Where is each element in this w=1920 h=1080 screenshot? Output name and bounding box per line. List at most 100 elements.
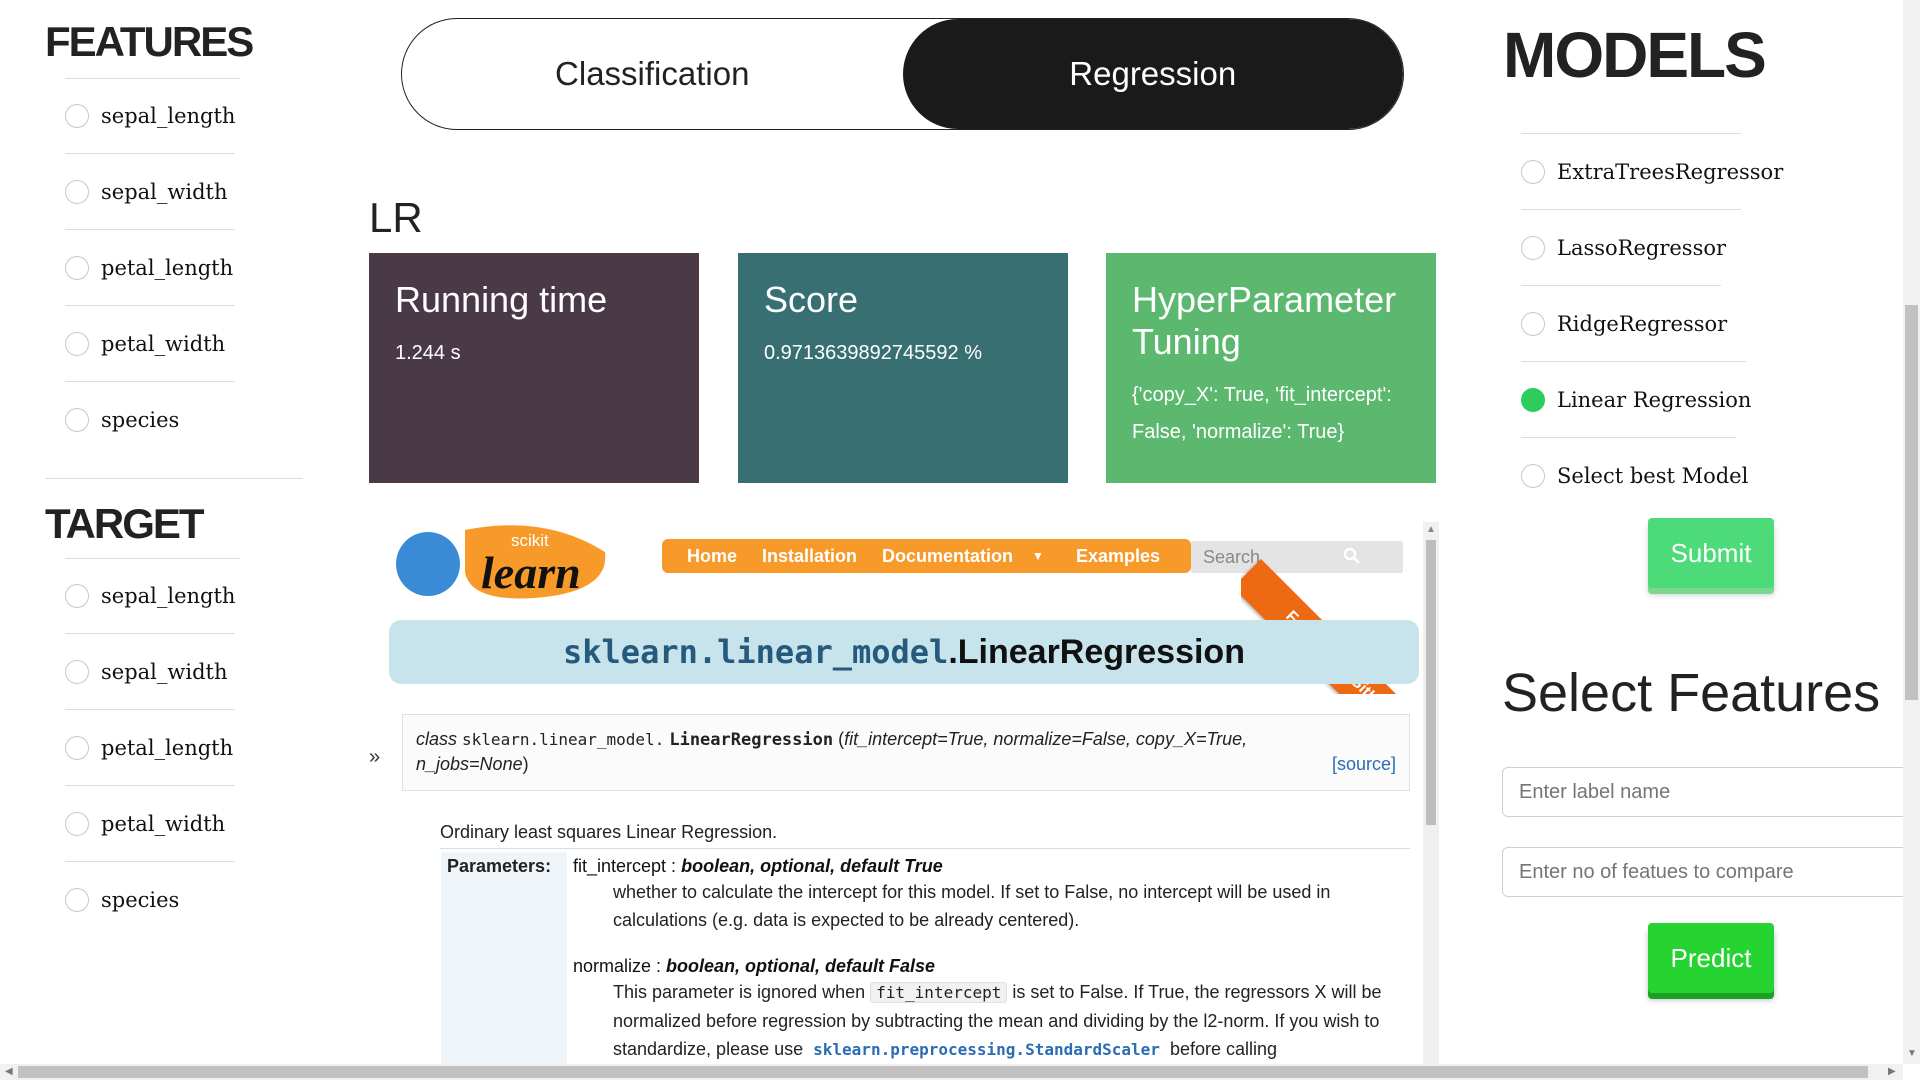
- model-option-label: LassoRegressor: [1557, 235, 1727, 260]
- radio-button[interactable]: [65, 735, 89, 760]
- target-option-sepal-width[interactable]: sepal_width: [65, 634, 235, 710]
- doc-title-class: LinearRegression: [957, 632, 1245, 671]
- running-time-card: Running time 1.244 s: [369, 253, 699, 483]
- radio-button[interactable]: [65, 583, 89, 608]
- model-option-lasso[interactable]: LassoRegressor: [1521, 210, 1726, 286]
- radio-button[interactable]: [65, 811, 89, 836]
- models-heading: MODELS: [1503, 19, 1767, 91]
- target-option-label: petal_length: [101, 735, 234, 760]
- sig-module: sklearn.linear_model.: [462, 730, 665, 749]
- predict-button[interactable]: Predict: [1648, 923, 1774, 993]
- feature-option-label: species: [101, 408, 180, 432]
- model-option-extra-trees[interactable]: ExtraTreesRegressor: [1521, 134, 1783, 210]
- target-option-sepal-length[interactable]: sepal_length: [65, 558, 235, 634]
- model-option-label: ExtraTreesRegressor: [1557, 159, 1784, 184]
- card-title: Score: [764, 279, 859, 320]
- docs-scrollbar-thumb[interactable]: [1426, 540, 1436, 825]
- radio-button[interactable]: [65, 179, 89, 204]
- page-vertical-scrollbar[interactable]: ▼: [1903, 0, 1920, 1064]
- doc-title: sklearn.linear_model. LinearRegression: [389, 620, 1419, 684]
- feature-option-label: sepal_length: [101, 103, 236, 128]
- feature-option-sepal-length[interactable]: sepal_length: [65, 78, 235, 154]
- feature-option-petal-width[interactable]: petal_width: [65, 306, 235, 382]
- param-text: This parameter is ignored when: [613, 982, 866, 1002]
- model-option-label: Linear Regression: [1557, 387, 1752, 412]
- param-fit-intercept: fit_intercept : boolean, optional, defau…: [573, 856, 943, 877]
- standard-scaler-link[interactable]: sklearn.preprocessing.StandardScaler: [808, 1040, 1165, 1059]
- param-type: boolean, optional, default True: [681, 856, 943, 876]
- radio-button[interactable]: [65, 408, 89, 432]
- radio-button[interactable]: [1521, 159, 1545, 184]
- model-option-label: RidgeRegressor: [1557, 311, 1728, 336]
- doc-title-module: sklearn.linear_model: [563, 633, 949, 671]
- docs-scrollbar[interactable]: ▲: [1423, 522, 1439, 1065]
- target-option-petal-width[interactable]: petal_width: [65, 786, 235, 862]
- feature-option-species[interactable]: species: [65, 382, 235, 458]
- sig-name: LinearRegression: [669, 730, 834, 750]
- scroll-down-icon[interactable]: ▼: [1907, 1048, 1917, 1059]
- scikit-learn-logo[interactable]: scikit learn: [395, 522, 615, 600]
- task-toggle[interactable]: Classification Regression: [401, 18, 1404, 130]
- submit-button[interactable]: Submit: [1648, 518, 1774, 588]
- feature-option-label: petal_length: [101, 255, 234, 280]
- target-option-label: sepal_width: [101, 659, 228, 684]
- features-heading: FEATURES: [45, 18, 254, 65]
- radio-button[interactable]: [1521, 235, 1545, 260]
- model-option-ridge[interactable]: RidgeRegressor: [1521, 286, 1746, 362]
- nav-examples[interactable]: Examples: [1076, 546, 1160, 567]
- model-option-label: Select best Model: [1557, 464, 1749, 488]
- radio-button[interactable]: [65, 659, 89, 684]
- param-name: fit_intercept :: [573, 856, 677, 876]
- scroll-up-icon[interactable]: ▲: [1426, 524, 1436, 535]
- label-name-input[interactable]: [1502, 767, 1920, 817]
- docs-navbar: Home Installation Documentation ▼ Exampl…: [662, 539, 1191, 573]
- nav-installation[interactable]: Installation: [762, 546, 857, 567]
- feature-option-label: petal_width: [101, 331, 226, 356]
- sig-args: fit_intercept=True, normalize=False, cop…: [844, 729, 1248, 749]
- params-heading: Parameters:: [447, 856, 552, 876]
- scroll-left-icon[interactable]: ◀: [5, 1066, 13, 1077]
- docs-frame[interactable]: scikit learn Home Installation Documenta…: [369, 520, 1441, 1065]
- radio-button[interactable]: [1521, 464, 1545, 488]
- radio-button-selected[interactable]: [1521, 387, 1545, 412]
- nav-documentation[interactable]: Documentation: [882, 546, 1013, 567]
- radio-button[interactable]: [65, 255, 89, 280]
- radio-button[interactable]: [1521, 311, 1545, 336]
- docs-search[interactable]: Search: [1191, 541, 1403, 573]
- page-vertical-scrollbar-thumb[interactable]: [1905, 305, 1918, 700]
- source-link[interactable]: [source]: [1332, 752, 1396, 776]
- inline-code: fit_intercept: [870, 982, 1008, 1003]
- card-title: HyperParameter Tuning: [1132, 279, 1397, 362]
- card-title: Running time: [395, 279, 608, 320]
- target-option-petal-length[interactable]: petal_length: [65, 710, 235, 786]
- radio-button[interactable]: [65, 888, 89, 912]
- regression-button[interactable]: Regression: [902, 19, 1403, 129]
- nav-home[interactable]: Home: [687, 546, 737, 567]
- caret-down-icon[interactable]: ▼: [1032, 549, 1044, 563]
- page-horizontal-scrollbar[interactable]: ◀ ▶: [0, 1064, 1903, 1080]
- scroll-right-icon[interactable]: ▶: [1888, 1066, 1896, 1077]
- gutter-arrow[interactable]: »: [369, 746, 380, 769]
- feature-option-label: sepal_width: [101, 179, 228, 204]
- classification-button[interactable]: Classification: [402, 19, 903, 129]
- search-icon[interactable]: [1343, 547, 1361, 565]
- radio-button[interactable]: [65, 103, 89, 128]
- model-title: LR: [369, 194, 423, 241]
- target-option-label: petal_width: [101, 811, 226, 836]
- model-option-linear-regression[interactable]: Linear Regression: [1521, 362, 1751, 438]
- score-card: Score 0.9713639892745592 %: [738, 253, 1068, 483]
- sig-args-cont: n_jobs=None: [416, 754, 523, 774]
- target-option-species[interactable]: species: [65, 862, 235, 938]
- model-option-select-best[interactable]: Select best Model: [1521, 438, 1748, 514]
- target-option-label: species: [101, 888, 180, 912]
- feature-count-input[interactable]: [1502, 847, 1920, 897]
- radio-button[interactable]: [65, 331, 89, 356]
- section-divider: [45, 478, 303, 479]
- feature-option-sepal-width[interactable]: sepal_width: [65, 154, 235, 230]
- hyperparameter-card: HyperParameter Tuning {'copy_X': True, '…: [1106, 253, 1436, 483]
- param-fit-intercept-text: whether to calculate the intercept for t…: [613, 882, 1331, 930]
- card-value: 1.244 s: [395, 342, 461, 364]
- param-name: normalize :: [573, 956, 662, 976]
- feature-option-petal-length[interactable]: petal_length: [65, 230, 235, 306]
- page-horizontal-scrollbar-thumb[interactable]: [18, 1066, 1868, 1078]
